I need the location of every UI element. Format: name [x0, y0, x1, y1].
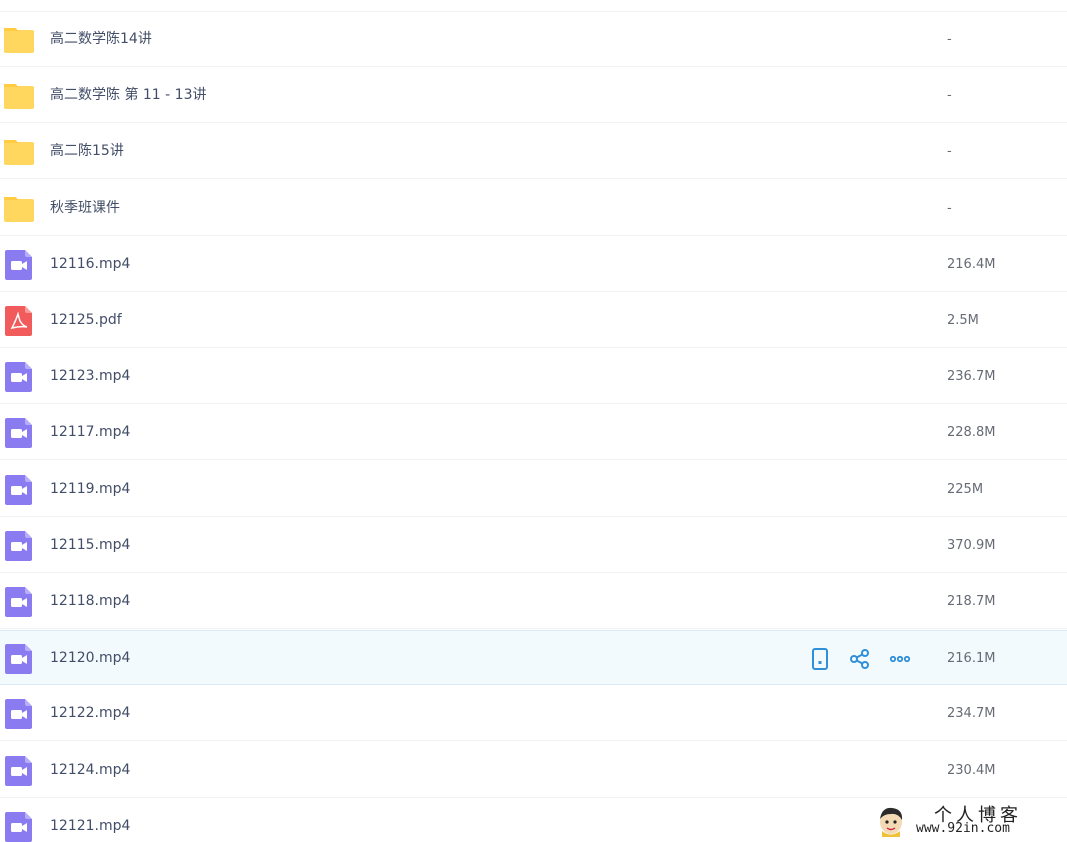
file-size: 225M [947, 482, 984, 497]
file-name-link[interactable]: 12117.mp4 [50, 405, 130, 460]
file-size: 236.7M [947, 369, 996, 384]
file-row[interactable]: 高二数学陈14讲 - [0, 12, 1067, 67]
watermark-url: www.92in.com [916, 821, 1010, 836]
file-row[interactable]: 12118.mp4 218.7M [0, 574, 1067, 629]
file-name-link[interactable]: 12123.mp4 [50, 349, 130, 404]
row-actions [808, 647, 912, 671]
video-file-icon [4, 644, 34, 674]
file-row[interactable]: 高二陈15讲 - [0, 124, 1067, 179]
watermark: 个人博客 www.92in.com [876, 802, 1066, 840]
file-name-link[interactable]: 12116.mp4 [50, 237, 130, 292]
file-row[interactable]: 秋季班课件 - [0, 181, 1067, 236]
file-name-link[interactable]: 高二陈15讲 [50, 124, 124, 179]
file-row[interactable]: 12115.mp4 370.9M [0, 518, 1067, 573]
folder-icon [4, 194, 34, 224]
file-size: 234.7M [947, 706, 996, 721]
file-row[interactable]: 12125.pdf 2.5M [0, 293, 1067, 348]
share-icon[interactable] [848, 647, 872, 671]
video-file-icon [4, 475, 34, 505]
video-file-icon [4, 362, 34, 392]
file-size: 228.8M [947, 425, 996, 440]
file-name-link[interactable]: 12121.mp4 [50, 799, 130, 842]
folder-icon [4, 25, 34, 55]
file-name-link[interactable]: 秋季班课件 [50, 181, 120, 236]
file-row[interactable]: 高二数学陈 第 11 - 13讲 - [0, 68, 1067, 123]
folder-icon [4, 137, 34, 167]
file-row[interactable]: 12124.mp4 230.4M [0, 743, 1067, 798]
file-size: 216.1M [947, 651, 996, 666]
folder-icon [4, 81, 34, 111]
video-file-icon [4, 587, 34, 617]
file-name-link[interactable]: 12118.mp4 [50, 574, 130, 629]
file-size: 230.4M [947, 763, 996, 778]
pdf-file-icon [4, 306, 34, 336]
file-row[interactable]: 12123.mp4 236.7M [0, 349, 1067, 404]
video-file-icon [4, 250, 34, 280]
file-row[interactable]: 12119.mp4 225M [0, 462, 1067, 517]
file-name-link[interactable]: 12125.pdf [50, 293, 122, 348]
video-file-icon [4, 756, 34, 786]
file-row[interactable]: 12122.mp4 234.7M [0, 686, 1067, 741]
file-size: 218.7M [947, 594, 996, 609]
file-row[interactable]: 12120.mp4 216.1M [0, 630, 1067, 685]
file-size: - [947, 88, 952, 103]
file-size: 216.4M [947, 257, 996, 272]
video-file-icon [4, 699, 34, 729]
file-size: - [947, 32, 952, 47]
file-name-link[interactable]: 12122.mp4 [50, 686, 130, 741]
video-file-icon [4, 531, 34, 561]
file-name-link[interactable]: 高二数学陈 第 11 - 13讲 [50, 68, 206, 123]
video-file-icon [4, 418, 34, 448]
file-name-link[interactable]: 12120.mp4 [50, 631, 130, 686]
phone-icon[interactable] [808, 647, 832, 671]
file-size: 370.9M [947, 538, 996, 553]
more-icon[interactable] [888, 647, 912, 671]
file-row[interactable]: 12117.mp4 228.8M [0, 405, 1067, 460]
file-size: 2.5M [947, 313, 979, 328]
avatar-icon [880, 807, 903, 837]
file-row[interactable]: 12116.mp4 216.4M [0, 237, 1067, 292]
file-size: - [947, 201, 952, 216]
file-size: - [947, 144, 952, 159]
file-name-link[interactable]: 12115.mp4 [50, 518, 130, 573]
file-name-link[interactable]: 12124.mp4 [50, 743, 130, 798]
file-name-link[interactable]: 高二数学陈14讲 [50, 12, 152, 67]
file-name-link[interactable]: 12119.mp4 [50, 462, 130, 517]
video-file-icon [4, 812, 34, 842]
file-list: 高二数学陈14讲 - 高二数学陈 第 11 - 13讲 - 高二陈15讲 - 秋季班课件 - 1… [0, 0, 1067, 842]
